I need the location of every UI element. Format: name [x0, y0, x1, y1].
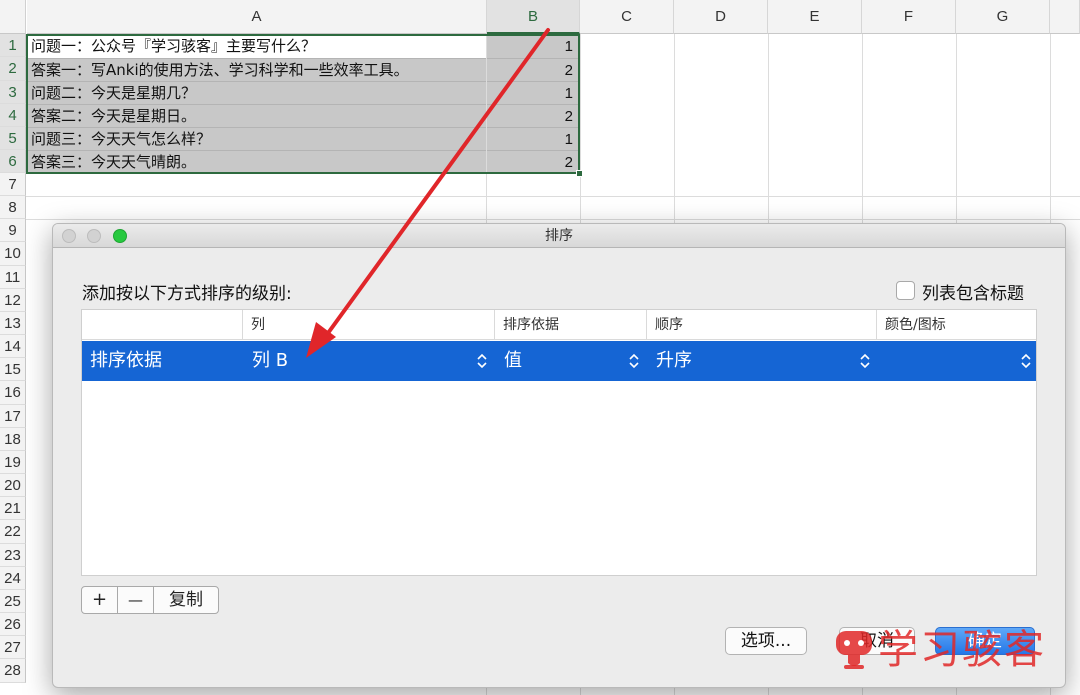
row-header-9[interactable]: 9	[0, 219, 26, 242]
color-icon-select[interactable]	[878, 341, 1036, 381]
chevron-up-down-icon[interactable]	[1020, 352, 1032, 370]
row-header-18[interactable]: 18	[0, 428, 26, 451]
order-select[interactable]: 升序	[648, 341, 876, 381]
chevron-up-down-icon[interactable]	[859, 352, 871, 370]
row-header-7[interactable]: 7	[0, 173, 26, 196]
sort-level-label: 排序依据	[90, 350, 162, 371]
cell-a5[interactable]: 问题三：今天天气怎么样？	[27, 127, 486, 150]
row-header-23[interactable]: 23	[0, 544, 26, 567]
cell-b2[interactable]: 2	[487, 58, 579, 81]
row-header-24[interactable]: 24	[0, 567, 26, 590]
dialog-title: 排序	[545, 228, 573, 244]
row-header-15[interactable]: 15	[0, 358, 26, 381]
sort-levels-heading: 添加按以下方式排序的级别:	[82, 284, 292, 304]
cell-a2[interactable]: 答案一：写Anki的使用方法、学习科学和一些效率工具。	[27, 58, 486, 81]
fill-handle[interactable]	[576, 170, 583, 177]
gridline	[26, 196, 1080, 197]
cell-a3[interactable]: 问题二：今天是星期几？	[27, 81, 486, 104]
cell-b1[interactable]: 1	[487, 35, 579, 58]
sort-table-header: 列 排序依据 顺序 颜色/图标	[82, 310, 1036, 340]
th-column: 列	[242, 310, 494, 340]
row-header-19[interactable]: 19	[0, 451, 26, 474]
sort-levels-table: 列 排序依据 顺序 颜色/图标 排序依据 列 B 值 升序	[81, 309, 1037, 576]
row-header-11[interactable]: 11	[0, 266, 26, 289]
cell-a1[interactable]: 问题一：公众号『学习骇客』主要写什么？	[27, 35, 486, 58]
watermark-text: 学习骇客	[878, 627, 1046, 673]
column-header-d[interactable]: D	[674, 0, 768, 34]
row-header-1[interactable]: 1	[0, 34, 26, 57]
column-select[interactable]: 列 B	[244, 341, 494, 381]
chevron-up-down-icon[interactable]	[628, 352, 640, 370]
row-header-17[interactable]: 17	[0, 405, 26, 428]
column-header-e[interactable]: E	[768, 0, 862, 34]
select-all-corner[interactable]	[0, 0, 26, 34]
column-header-a[interactable]: A	[27, 0, 487, 34]
level-buttons-group: + — 复制	[81, 586, 219, 614]
row-header-22[interactable]: 22	[0, 520, 26, 544]
copy-level-button[interactable]: 复制	[154, 587, 218, 613]
cell-b6[interactable]: 2	[487, 150, 579, 173]
column-header-h[interactable]	[1050, 0, 1080, 34]
row-header-28[interactable]: 28	[0, 659, 26, 683]
column-select-value: 列 B	[252, 350, 289, 371]
options-button[interactable]: 选项...	[725, 627, 807, 655]
th-order: 顺序	[646, 310, 876, 340]
row-header-2[interactable]: 2	[0, 57, 26, 81]
cell-b5[interactable]: 1	[487, 127, 579, 150]
th-level	[82, 310, 242, 340]
row-header-8[interactable]: 8	[0, 196, 26, 219]
row-header-12[interactable]: 12	[0, 289, 26, 312]
row-header-3[interactable]: 3	[0, 81, 26, 104]
column-header-g[interactable]: G	[956, 0, 1050, 34]
chevron-up-down-icon[interactable]	[476, 352, 488, 370]
row-header-21[interactable]: 21	[0, 497, 26, 520]
th-color-icon: 颜色/图标	[876, 310, 1036, 340]
cell-b3[interactable]: 1	[487, 81, 579, 104]
column-header-f[interactable]: F	[862, 0, 956, 34]
row-header-26[interactable]: 26	[0, 613, 26, 636]
watermark: 学习骇客	[830, 619, 1070, 681]
row-header-20[interactable]: 20	[0, 474, 26, 497]
row-header-14[interactable]: 14	[0, 335, 26, 358]
row-header-27[interactable]: 27	[0, 636, 26, 659]
row-header-25[interactable]: 25	[0, 590, 26, 613]
gridline	[26, 219, 1080, 220]
row-header-4[interactable]: 4	[0, 104, 26, 127]
row-header-6[interactable]: 6	[0, 150, 26, 173]
dialog-titlebar[interactable]: 排序	[53, 224, 1065, 248]
row-header-5[interactable]: 5	[0, 127, 26, 150]
sort-level-row[interactable]: 排序依据 列 B 值 升序	[82, 341, 1036, 381]
add-level-button[interactable]: +	[82, 587, 118, 613]
column-header-c[interactable]: C	[580, 0, 674, 34]
has-headers-checkbox[interactable]	[896, 281, 915, 300]
sort-on-select-value: 值	[504, 350, 522, 371]
row-header-10[interactable]: 10	[0, 242, 26, 266]
cell-a4[interactable]: 答案二：今天是星期日。	[27, 104, 486, 127]
has-headers-label[interactable]: 列表包含标题	[922, 279, 1024, 304]
row-header-16[interactable]: 16	[0, 381, 26, 405]
remove-level-button[interactable]: —	[118, 587, 154, 613]
watermark-logo-icon	[836, 631, 872, 669]
order-select-value: 升序	[656, 350, 692, 371]
cell-a6[interactable]: 答案三：今天天气晴朗。	[27, 150, 486, 173]
sort-on-select[interactable]: 值	[496, 341, 646, 381]
column-header-b[interactable]: B	[487, 0, 580, 34]
th-sort-on: 排序依据	[494, 310, 646, 340]
cell-b4[interactable]: 2	[487, 104, 579, 127]
row-header-13[interactable]: 13	[0, 312, 26, 335]
